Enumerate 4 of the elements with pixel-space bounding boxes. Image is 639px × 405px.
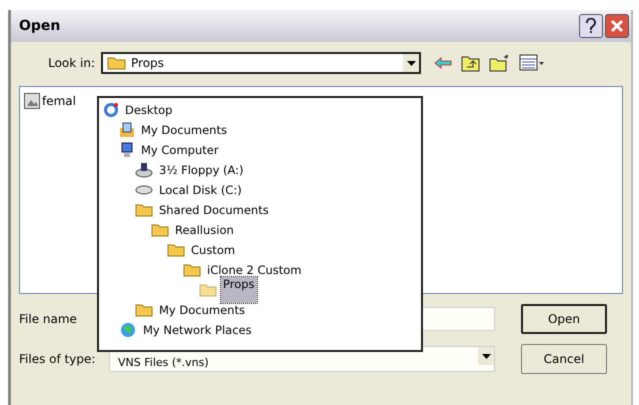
file-name-label: File name — [19, 312, 78, 326]
look-in-label: Look in: — [47, 56, 95, 70]
window-title: Open — [19, 18, 60, 34]
file-type-label: Files of type: — [19, 352, 96, 366]
